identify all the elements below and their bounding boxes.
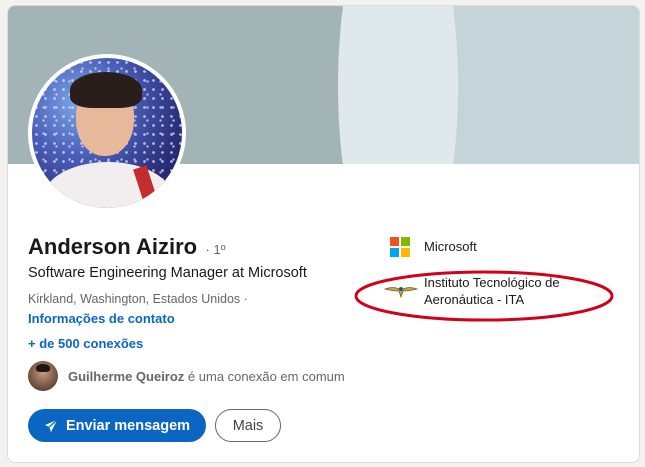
- ms-logo-red: [390, 237, 399, 246]
- more-button[interactable]: Mais: [215, 409, 281, 442]
- contact-info-link[interactable]: Informações de contato: [28, 311, 175, 326]
- mutual-connection-text: Guilherme Queiroz é uma conexão em comum: [68, 369, 345, 384]
- microsoft-logo-icon: [390, 237, 410, 257]
- red-highlight-ellipse: [354, 270, 614, 322]
- mutual-connection-name: Guilherme Queiroz: [68, 368, 185, 384]
- ms-logo-blue: [390, 248, 399, 257]
- photo-person-hair: [70, 72, 142, 108]
- experience-label-microsoft: Microsoft: [424, 239, 477, 254]
- name-row: Anderson Aiziro · 1º: [28, 234, 225, 260]
- mutual-avatar-hair: [36, 364, 50, 372]
- mutual-connection[interactable]: Guilherme Queiroz é uma conexão em comum: [28, 360, 345, 392]
- experience-microsoft[interactable]: Microsoft: [390, 237, 477, 257]
- ms-logo-green: [401, 237, 410, 246]
- connection-degree: · 1º: [205, 242, 226, 257]
- profile-name: Anderson Aiziro: [28, 234, 198, 259]
- cover-shape-right: [443, 6, 639, 164]
- profile-headline: Software Engineering Manager at Microsof…: [28, 265, 307, 281]
- connections-link[interactable]: + de 500 conexões: [28, 336, 143, 351]
- cover-shape-curve: [338, 6, 458, 164]
- ms-logo-yellow: [401, 248, 410, 257]
- mutual-connection-suffix: é uma conexão em comum: [184, 368, 345, 384]
- mutual-connection-avatar[interactable]: [28, 361, 58, 391]
- profile-photo[interactable]: [28, 54, 186, 212]
- send-message-label: Enviar mensagem: [65, 417, 191, 434]
- send-message-button[interactable]: Enviar mensagem: [28, 409, 206, 442]
- more-label: Mais: [232, 417, 264, 434]
- profile-photo-image: [32, 58, 182, 208]
- profile-location: Kirkland, Washington, Estados Unidos ·: [28, 292, 248, 306]
- send-icon: [44, 418, 58, 432]
- profile-card: Anderson Aiziro · 1º Software Engineerin…: [7, 5, 640, 463]
